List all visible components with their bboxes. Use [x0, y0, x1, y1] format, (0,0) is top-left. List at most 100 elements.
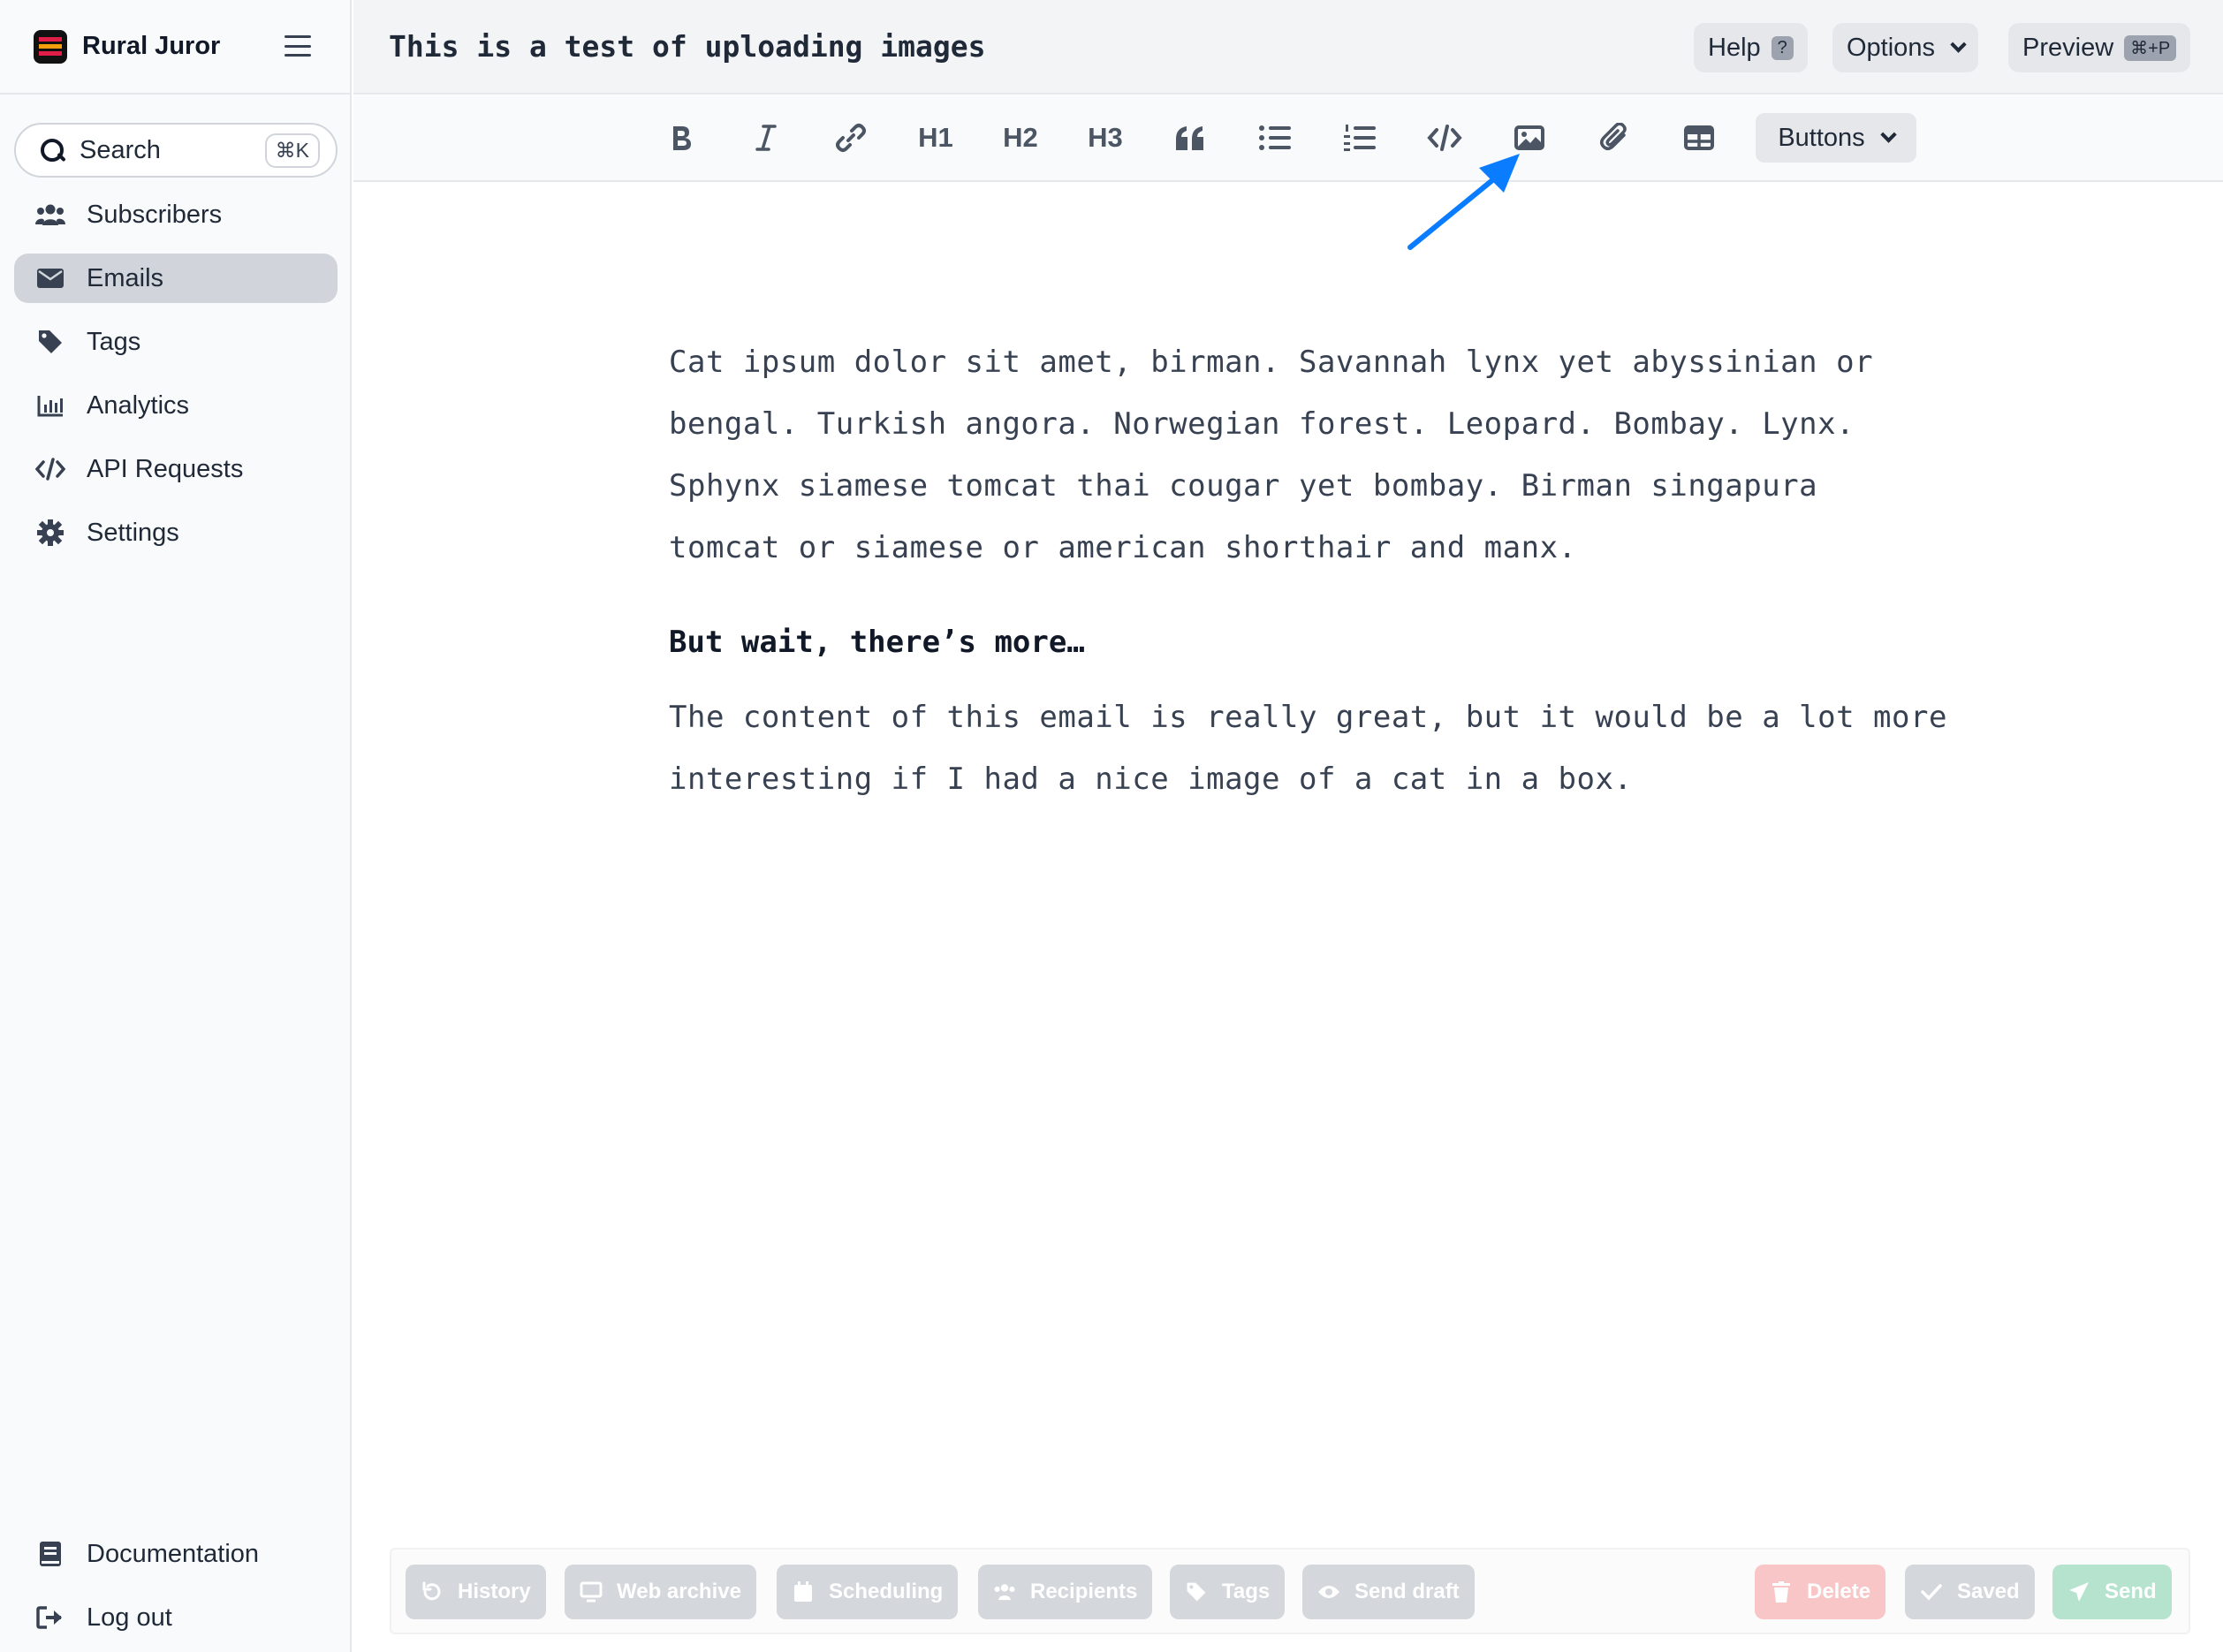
annotation-arrow-icon — [1407, 154, 1520, 250]
saved-button[interactable]: Saved — [1905, 1565, 2035, 1619]
brand-logo[interactable] — [34, 29, 67, 64]
users-icon — [993, 1580, 1016, 1603]
sidebar: Rural Juror Search ⌘K Subscribers Emails… — [0, 0, 352, 1652]
paper-plane-icon — [2067, 1580, 2090, 1603]
recipients-button[interactable]: Recipients — [978, 1565, 1153, 1619]
tag-icon — [1185, 1580, 1208, 1603]
email-body-editor[interactable]: Cat ipsum dolor sit amet, birman. Savann… — [669, 331, 1950, 810]
bold-icon — [670, 124, 693, 152]
preview-label: Preview — [2022, 33, 2114, 62]
tags-label: Tags — [1222, 1580, 1271, 1603]
sidebar-nav: Subscribers Emails Tags Analytics API Re… — [14, 190, 338, 572]
calendar-icon — [792, 1580, 815, 1603]
h2-label: H2 — [1003, 122, 1038, 153]
tags-button[interactable]: Tags — [1170, 1565, 1286, 1619]
menu-icon[interactable] — [285, 35, 311, 57]
h3-button[interactable]: H3 — [1079, 113, 1132, 163]
sidebar-item-logout[interactable]: Log out — [14, 1593, 338, 1642]
attachment-button[interactable] — [1588, 113, 1641, 163]
formatting-toolbar: H1 H2 H3 Buttons — [353, 95, 2223, 182]
sidebar-item-label: Settings — [87, 518, 179, 547]
gear-icon — [35, 519, 65, 546]
body-paragraph-2[interactable]: The content of this email is really grea… — [669, 686, 1950, 810]
numbered-list-icon — [1344, 124, 1376, 152]
sidebar-item-emails[interactable]: Emails — [14, 254, 338, 303]
sidebar-item-label: Log out — [87, 1603, 172, 1632]
h1-button[interactable]: H1 — [909, 113, 962, 163]
trash-icon — [1770, 1580, 1793, 1603]
attachment-icon — [1600, 123, 1628, 153]
preview-shortcut-badge: ⌘+P — [2124, 34, 2177, 61]
saved-label: Saved — [1957, 1580, 2020, 1603]
h2-button[interactable]: H2 — [994, 113, 1047, 163]
link-button[interactable] — [824, 113, 877, 163]
send-draft-label: Send draft — [1354, 1580, 1460, 1603]
monitor-icon — [580, 1580, 603, 1603]
quote-icon — [1175, 125, 1205, 151]
recipients-label: Recipients — [1030, 1580, 1138, 1603]
bold-button[interactable] — [655, 113, 708, 163]
web-archive-button[interactable]: Web archive — [565, 1565, 756, 1619]
search-label: Search — [80, 135, 161, 164]
send-button[interactable]: Send — [2052, 1565, 2172, 1619]
options-label: Options — [1847, 33, 1935, 62]
sidebar-item-tags[interactable]: Tags — [14, 317, 338, 367]
numbered-list-button[interactable] — [1333, 113, 1386, 163]
sidebar-item-label: Analytics — [87, 390, 190, 420]
send-draft-button[interactable]: Send draft — [1302, 1565, 1475, 1619]
history-icon — [421, 1580, 444, 1603]
sidebar-item-label: Documentation — [87, 1539, 260, 1568]
quote-button[interactable] — [1164, 113, 1217, 163]
bullet-list-icon — [1259, 125, 1291, 151]
envelope-icon — [35, 265, 65, 292]
search-button[interactable]: Search ⌘K — [14, 123, 338, 178]
search-shortcut: ⌘K — [264, 133, 320, 168]
buttons-dropdown-label: Buttons — [1778, 123, 1865, 152]
history-button[interactable]: History — [406, 1565, 546, 1619]
table-button[interactable] — [1673, 113, 1726, 163]
book-icon — [35, 1541, 65, 1567]
h1-label: H1 — [918, 122, 953, 153]
editor-header: This is a test of uploading images Help … — [353, 0, 2223, 95]
history-label: History — [458, 1580, 531, 1603]
delete-label: Delete — [1807, 1580, 1871, 1603]
link-icon — [836, 123, 866, 153]
chart-icon — [35, 392, 65, 419]
chevron-down-icon — [1879, 125, 1897, 143]
users-icon — [35, 201, 65, 228]
code-icon — [35, 456, 65, 482]
search-icon — [39, 137, 65, 163]
options-button[interactable]: Options — [1832, 23, 1978, 72]
preview-button[interactable]: Preview ⌘+P — [2008, 23, 2191, 72]
body-paragraph-1[interactable]: Cat ipsum dolor sit amet, birman. Savann… — [669, 331, 1932, 579]
h3-label: H3 — [1088, 122, 1123, 153]
chevron-down-icon — [1950, 35, 1967, 53]
body-heading[interactable]: But wait, there’s more… — [669, 625, 1950, 660]
sidebar-item-settings[interactable]: Settings — [14, 508, 338, 557]
action-bar: History Web archive Scheduling Recipient… — [390, 1548, 2190, 1634]
sidebar-bottom-nav: Documentation Log out — [14, 1529, 338, 1652]
sidebar-item-subscribers[interactable]: Subscribers — [14, 190, 338, 239]
logout-icon — [35, 1604, 65, 1631]
email-title[interactable]: This is a test of uploading images — [389, 29, 986, 64]
italic-button[interactable] — [740, 113, 793, 163]
italic-icon — [755, 124, 777, 152]
help-badge: ? — [1771, 35, 1794, 60]
send-label: Send — [2105, 1580, 2157, 1603]
buttons-dropdown[interactable]: Buttons — [1756, 113, 1916, 163]
eye-icon — [1317, 1580, 1340, 1603]
tag-icon — [35, 329, 65, 355]
check-icon — [1920, 1580, 1943, 1603]
sidebar-item-label: Emails — [87, 263, 164, 292]
sidebar-item-api-requests[interactable]: API Requests — [14, 444, 338, 494]
scheduling-button[interactable]: Scheduling — [777, 1565, 959, 1619]
web-archive-label: Web archive — [617, 1580, 741, 1603]
sidebar-item-label: API Requests — [87, 454, 244, 483]
help-button[interactable]: Help ? — [1694, 23, 1808, 72]
sidebar-item-analytics[interactable]: Analytics — [14, 381, 338, 430]
brand-name[interactable]: Rural Juror — [82, 32, 220, 61]
scheduling-label: Scheduling — [829, 1580, 944, 1603]
bullet-list-button[interactable] — [1248, 113, 1301, 163]
sidebar-item-documentation[interactable]: Documentation — [14, 1529, 338, 1579]
delete-button[interactable]: Delete — [1755, 1565, 1886, 1619]
